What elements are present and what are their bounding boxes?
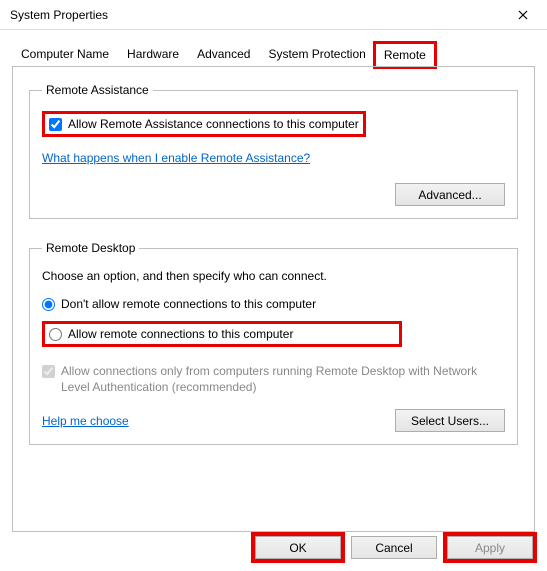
select-users-button[interactable]: Select Users... bbox=[395, 409, 505, 432]
dialog-buttons: OK Cancel Apply bbox=[255, 536, 533, 559]
group-remote-desktop: Remote Desktop Choose an option, and the… bbox=[29, 241, 518, 445]
row-allow-assistance: Allow Remote Assistance connections to t… bbox=[42, 111, 366, 137]
checkbox-nla bbox=[42, 365, 55, 378]
legend-remote-assistance: Remote Assistance bbox=[42, 83, 153, 97]
tab-remote[interactable]: Remote bbox=[375, 43, 435, 67]
checkbox-allow-assistance[interactable] bbox=[49, 118, 62, 131]
tab-computer-name[interactable]: Computer Name bbox=[12, 42, 118, 66]
label-nla: Allow connections only from computers ru… bbox=[61, 363, 481, 395]
cancel-button[interactable]: Cancel bbox=[351, 536, 437, 559]
window-title: System Properties bbox=[10, 8, 108, 22]
radio-allow-remote[interactable] bbox=[49, 328, 62, 341]
label-allow-remote: Allow remote connections to this compute… bbox=[68, 327, 293, 341]
close-icon[interactable] bbox=[501, 1, 545, 29]
title-bar: System Properties bbox=[0, 0, 547, 30]
label-deny-remote: Don't allow remote connections to this c… bbox=[61, 297, 316, 311]
ok-button[interactable]: OK bbox=[255, 536, 341, 559]
text-choose-option: Choose an option, and then specify who c… bbox=[42, 269, 505, 283]
row-allow-remote: Allow remote connections to this compute… bbox=[42, 321, 402, 347]
tab-hardware[interactable]: Hardware bbox=[118, 42, 188, 66]
group-remote-assistance: Remote Assistance Allow Remote Assistanc… bbox=[29, 83, 518, 219]
tab-panel-remote: Remote Assistance Allow Remote Assistanc… bbox=[12, 66, 535, 532]
link-what-happens[interactable]: What happens when I enable Remote Assist… bbox=[42, 151, 310, 165]
apply-button[interactable]: Apply bbox=[447, 536, 533, 559]
row-nla: Allow connections only from computers ru… bbox=[42, 363, 505, 395]
tab-strip: Computer Name Hardware Advanced System P… bbox=[12, 42, 535, 67]
legend-remote-desktop: Remote Desktop bbox=[42, 241, 139, 255]
advanced-button[interactable]: Advanced... bbox=[395, 183, 505, 206]
label-allow-assistance: Allow Remote Assistance connections to t… bbox=[68, 117, 359, 131]
radio-deny-remote[interactable] bbox=[42, 298, 55, 311]
tab-system-protection[interactable]: System Protection bbox=[259, 42, 374, 66]
tab-advanced[interactable]: Advanced bbox=[188, 42, 259, 66]
link-help-me-choose[interactable]: Help me choose bbox=[42, 414, 129, 428]
row-deny-remote: Don't allow remote connections to this c… bbox=[42, 297, 505, 311]
